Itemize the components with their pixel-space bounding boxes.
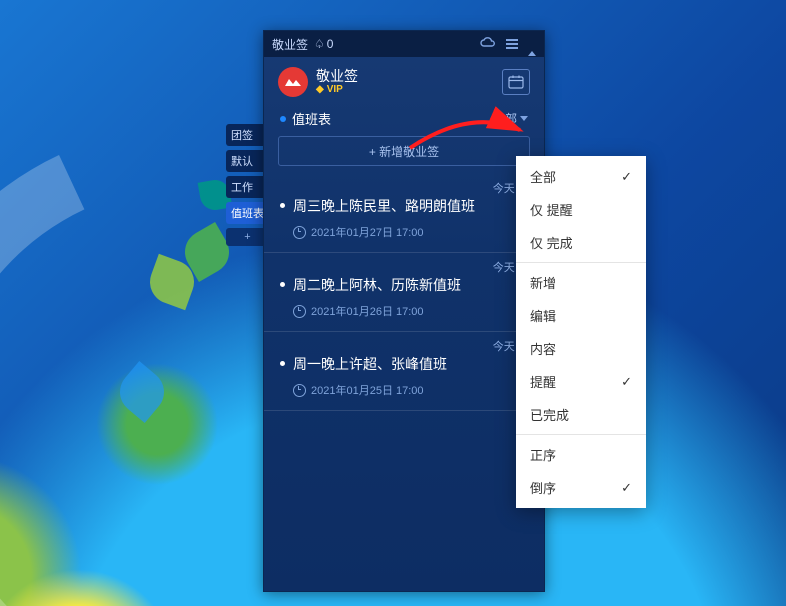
menu-item-label: 已完成 — [530, 405, 569, 424]
bell-icon: ♤ — [314, 37, 325, 51]
cloud-sync-icon[interactable] — [480, 37, 496, 52]
filter-label: 全部 — [493, 110, 517, 127]
menu-item[interactable]: 倒序 ✓ — [516, 471, 646, 504]
menu-item[interactable]: 仅 完成 — [516, 226, 646, 259]
clock-icon — [293, 384, 306, 397]
menu-item-label: 编辑 — [530, 306, 556, 325]
filter-dropdown-trigger[interactable]: 全部 — [493, 110, 528, 127]
app-window: 敬业签 ♤ 0 敬业签 — [263, 30, 545, 592]
note-title: 周二晚上阿林、历陈新值班 — [293, 275, 461, 295]
menu-item[interactable]: 新增 — [516, 266, 646, 299]
diamond-icon: ◆ — [316, 84, 324, 95]
calendar-icon — [508, 75, 524, 89]
note-title: 周一晚上许超、张峰值班 — [293, 354, 447, 374]
check-icon: ✓ — [621, 480, 632, 496]
bullet-icon — [280, 282, 285, 287]
bullet-icon — [280, 203, 285, 208]
collapse-icon[interactable] — [528, 37, 536, 51]
menu-item-label: 仅 提醒 — [530, 200, 573, 219]
app-logo-icon — [278, 67, 308, 97]
note-item[interactable]: 今天 16 周三晚上陈民里、路明朗值班 2021年01月27日 17:00 — [264, 174, 544, 253]
clock-icon — [293, 305, 306, 318]
menu-item-label: 提醒 — [530, 372, 556, 391]
category-name: 值班表 — [292, 109, 331, 128]
brand-name: 敬业签 — [316, 69, 358, 84]
menu-item[interactable]: 全部 ✓ — [516, 160, 646, 193]
note-item[interactable]: 今天 16 周二晚上阿林、历陈新值班 2021年01月26日 17:00 — [264, 253, 544, 332]
titlebar: 敬业签 ♤ 0 — [264, 31, 544, 57]
desktop-background: 团签 默认 工作 值班表 + 敬业签 ♤ 0 — [0, 0, 786, 606]
menu-item-label: 正序 — [530, 445, 556, 464]
menu-item-label: 倒序 — [530, 478, 556, 497]
vip-label: VIP — [327, 84, 343, 95]
bullet-icon — [280, 361, 285, 366]
menu-item-label: 仅 完成 — [530, 233, 573, 252]
menu-item[interactable]: 内容 — [516, 332, 646, 365]
menu-item-label: 全部 — [530, 167, 556, 186]
menu-item[interactable]: 仅 提醒 — [516, 193, 646, 226]
notification-count[interactable]: ♤ 0 — [314, 37, 333, 51]
check-icon: ✓ — [621, 169, 632, 185]
menu-item-label: 新增 — [530, 273, 556, 292]
note-time: 2021年01月26日 17:00 — [311, 303, 424, 319]
app-title: 敬业签 — [272, 36, 308, 53]
filter-dropdown-menu: 全部 ✓ 仅 提醒仅 完成新增编辑内容提醒 ✓ 已完成正序倒序 ✓ — [516, 156, 646, 508]
notes-list: 今天 16 周三晚上陈民里、路明朗值班 2021年01月27日 17:00 今天… — [264, 174, 544, 411]
calendar-button[interactable] — [502, 69, 530, 95]
brand-row: 敬业签 ◆ VIP — [264, 57, 544, 103]
menu-item[interactable]: 提醒 ✓ — [516, 365, 646, 398]
bell-count-value: 0 — [327, 37, 334, 51]
note-time: 2021年01月25日 17:00 — [311, 382, 424, 398]
add-note-button[interactable]: + 新增敬业签 — [278, 136, 530, 166]
note-title: 周三晚上陈民里、路明朗值班 — [293, 196, 475, 216]
note-item[interactable]: 今天 16 周一晚上许超、张峰值班 2021年01月25日 17:00 — [264, 332, 544, 411]
chevron-down-icon — [520, 116, 528, 121]
vip-badge: ◆ VIP — [316, 84, 358, 95]
menu-item[interactable]: 正序 — [516, 438, 646, 471]
menu-separator — [516, 434, 646, 435]
menu-item[interactable]: 编辑 — [516, 299, 646, 332]
menu-item-label: 内容 — [530, 339, 556, 358]
add-note-label: + 新增敬业签 — [369, 143, 439, 160]
category-dot-icon — [280, 116, 286, 122]
menu-separator — [516, 262, 646, 263]
note-time: 2021年01月27日 17:00 — [311, 224, 424, 240]
clock-icon — [293, 226, 306, 239]
check-icon: ✓ — [621, 374, 632, 390]
menu-item[interactable]: 已完成 — [516, 398, 646, 431]
category-row: 值班表 全部 — [264, 103, 544, 136]
menu-icon[interactable] — [506, 37, 518, 51]
